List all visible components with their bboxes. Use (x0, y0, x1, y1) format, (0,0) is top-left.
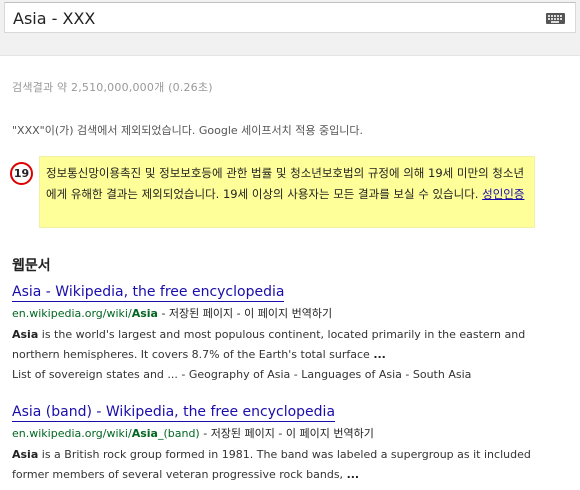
result-title-link[interactable]: Asia - Wikipedia, the free encyclopedia (12, 283, 285, 302)
result-url-line: en.wikipedia.org/wiki/Asia - 저장된 페이지 - 이… (12, 307, 333, 320)
sitelink-sovereign-states[interactable]: List of sovereign states and ... (12, 368, 178, 381)
age-restriction-notice: 정보통신망이용촉진 및 정보보호등에 관한 법률 및 청소년보호법의 규정에 의… (39, 156, 535, 228)
keyboard-icon[interactable] (546, 13, 565, 24)
sitelink-south-asia[interactable]: South Asia (413, 368, 472, 381)
search-header (0, 0, 580, 56)
result-title-link[interactable]: Asia (band) - Wikipedia, the free encycl… (12, 403, 336, 422)
translate-page-link[interactable]: 이 페이지 번역하기 (286, 427, 374, 440)
result-snippet: Asia is the world's largest and most pop… (12, 328, 526, 361)
age-19-badge-icon: 19 (10, 162, 33, 185)
section-title-web: 웹문서 (12, 258, 51, 274)
sitelink-languages[interactable]: Languages of Asia (301, 368, 402, 381)
safesearch-note: "XXX"이(가) 검색에서 제외되었습니다. Google 세이프서치 적용 … (12, 124, 363, 137)
result-url-line: en.wikipedia.org/wiki/Asia_(band) - 저장된 … (12, 427, 374, 440)
result-snippet: Asia is a British rock group formed in 1… (12, 448, 531, 481)
search-input[interactable] (13, 6, 533, 30)
search-box[interactable] (4, 2, 576, 33)
adult-verification-link[interactable]: 성인인증 (482, 187, 524, 201)
cached-page-link[interactable]: 저장된 페이지 (169, 307, 233, 320)
sitelink-geography[interactable]: Geography of Asia (189, 368, 290, 381)
age-restriction-text: 정보통신망이용촉진 및 정보보호등에 관한 법률 및 청소년보호법의 규정에 의… (46, 166, 525, 201)
result-url: en.wikipedia.org/wiki/Asia (12, 307, 158, 320)
result-url: en.wikipedia.org/wiki/Asia_(band) (12, 427, 200, 440)
result-sitelinks: List of sovereign states and ... - Geogr… (12, 368, 472, 381)
search-result: Asia - Wikipedia, the free encyclopedia … (12, 281, 572, 385)
search-result: Asia (band) - Wikipedia, the free encycl… (12, 401, 572, 485)
result-stats: 검색결과 약 2,510,000,000개 (0.26초) (12, 81, 213, 94)
translate-page-link[interactable]: 이 페이지 번역하기 (244, 307, 332, 320)
cached-page-link[interactable]: 저장된 페이지 (211, 427, 275, 440)
